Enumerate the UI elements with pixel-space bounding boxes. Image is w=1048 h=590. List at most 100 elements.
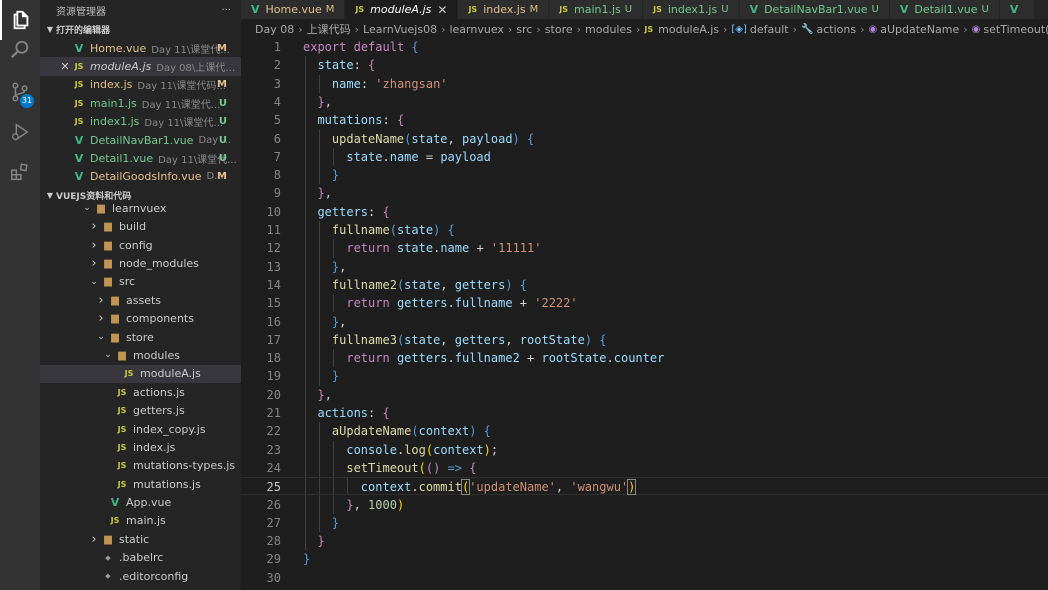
code-line[interactable]: 27 } <box>241 514 1048 532</box>
breadcrumb-item[interactable]: actions <box>816 23 856 36</box>
editor-tab[interactable]: V <box>999 0 1036 19</box>
code-line[interactable]: 21 actions: { <box>241 404 1048 422</box>
line-number: 3 <box>273 76 281 91</box>
breadcrumb-item[interactable]: LearnVuejs08 <box>363 23 437 36</box>
folder-icon: ▆ <box>111 294 119 306</box>
code-line[interactable]: 30 <box>241 569 1048 587</box>
breadcrumb-item[interactable]: learnvuex <box>449 23 503 36</box>
file-item[interactable]: JS getters.js <box>40 401 241 419</box>
code-line[interactable]: 17 fullname3(state, getters, rootState) … <box>241 331 1048 349</box>
open-editor-item[interactable]: JS index1.js Day 11\课堂代... U <box>40 113 241 131</box>
search-icon[interactable] <box>0 30 40 70</box>
code-line[interactable]: 7 state.name = payload <box>241 148 1048 166</box>
file-item[interactable]: ◆ .babelrc <box>40 549 241 567</box>
breadcrumb-item[interactable]: moduleA.js <box>658 23 719 36</box>
code-line[interactable]: 8 } <box>241 166 1048 184</box>
breadcrumb-item[interactable]: Day 08 <box>255 23 294 36</box>
file-item[interactable]: ◆ .editorconfig <box>40 567 241 585</box>
editor-tab[interactable]: JS main1.js U <box>549 0 644 19</box>
code-line[interactable]: 12 return state.name + '11111' <box>241 239 1048 257</box>
code-line[interactable]: 28 } <box>241 532 1048 550</box>
close-tab-icon[interactable]: ✕ <box>437 3 447 17</box>
code-line[interactable]: 26 }, 1000) <box>241 496 1048 514</box>
config-file-icon: ◆ <box>105 553 111 562</box>
code-line[interactable]: 6 updateName(state, payload) { <box>241 130 1048 148</box>
file-name: DetailGoodsInfo.vue <box>90 170 202 184</box>
source-control-icon[interactable]: 31 <box>0 72 40 112</box>
run-debug-icon[interactable] <box>0 112 40 152</box>
open-editor-item[interactable]: ✕JS moduleA.js Day 08\上课代码\L... <box>40 57 241 76</box>
file-item[interactable]: JS moduleA.js <box>40 364 241 384</box>
code-line[interactable]: 24 setTimeout(() => { <box>241 459 1048 477</box>
open-editor-item[interactable]: JS index.js Day 11\课堂代码... M <box>40 76 241 94</box>
close-icon[interactable]: ✕ <box>58 60 72 73</box>
code-line[interactable]: 14 fullname2(state, getters) { <box>241 276 1048 294</box>
breadcrumb-item[interactable]: setTimeout() callback <box>983 23 1048 36</box>
file-item[interactable]: JS index.js <box>40 438 241 456</box>
code-line[interactable]: 1 export default { <box>241 38 1048 56</box>
folder-item[interactable]: ⌄ ▆ modules <box>40 346 241 364</box>
folder-item[interactable]: ⌄ ▆ src <box>40 273 241 291</box>
line-content: } <box>303 550 310 568</box>
open-editor-item[interactable]: V Home.vue Day 11\课堂代... M <box>40 39 241 57</box>
code-line[interactable]: 9 }, <box>241 184 1048 202</box>
file-item[interactable]: JS index_copy.js <box>40 420 241 438</box>
file-item[interactable]: JS actions.js <box>40 383 241 401</box>
open-editor-item[interactable]: V DetailGoodsInfo.vue D... M <box>40 168 241 186</box>
open-editors-section[interactable]: ▼ 打开的编辑器 <box>40 20 241 39</box>
code-line[interactable]: 2 state: { <box>241 56 1048 74</box>
breadcrumb-separator: › <box>441 22 446 36</box>
breadcrumb-item[interactable]: store <box>545 23 573 36</box>
code-line[interactable]: 16 }, <box>241 313 1048 331</box>
code-token: } <box>317 387 325 402</box>
folder-item[interactable]: › ▆ config <box>40 236 241 254</box>
code-token: context <box>360 480 412 495</box>
chevron-right-icon: › <box>91 237 97 253</box>
folder-item[interactable]: ⌄ ▆ store <box>40 328 241 346</box>
editor-tab[interactable]: V Detail1.vue U <box>889 0 1000 19</box>
breadcrumb-item[interactable]: modules <box>585 23 632 36</box>
editor-tab[interactable]: JS index1.js U <box>643 0 740 19</box>
code-line[interactable]: 15 return getters.fullname + '2222' <box>241 294 1048 312</box>
code-line[interactable]: 11 fullname(state) { <box>241 221 1048 239</box>
open-editor-item[interactable]: V DetailNavBar1.vue Day ... U <box>40 131 241 149</box>
code-line[interactable]: 22 aUpdateName(context) { <box>241 422 1048 440</box>
code-line[interactable]: 3 name: 'zhangsan' <box>241 75 1048 93</box>
code-line[interactable]: 23 console.log(context); <box>241 441 1048 459</box>
code-line[interactable]: 18 return getters.fullname2 + rootState.… <box>241 349 1048 367</box>
editor-tab[interactable]: V Home.vue M <box>241 0 346 19</box>
code-line[interactable]: 25 context.commit('updateName', 'wangwu'… <box>241 477 1048 496</box>
open-editor-item[interactable]: JS main1.js Day 11\课堂代... U <box>40 94 241 112</box>
folder-item[interactable]: ⌄ ▆ learnvuex <box>40 199 241 217</box>
code-line[interactable]: 10 getters: { <box>241 203 1048 221</box>
folder-item[interactable]: › ▆ components <box>40 309 241 327</box>
file-item[interactable]: JS mutations.js <box>40 475 241 493</box>
more-actions-button[interactable]: ··· <box>221 5 231 16</box>
open-editor-item[interactable]: V Detail1.vue Day 11\课堂代... U <box>40 149 241 167</box>
folder-item[interactable]: › ▆ node_modules <box>40 254 241 272</box>
folder-item[interactable]: › ▆ assets <box>40 291 241 309</box>
file-item[interactable]: V App.vue <box>40 493 241 511</box>
editor-tab[interactable]: JS moduleA.js ✕ <box>345 0 459 19</box>
extensions-icon[interactable] <box>0 152 40 192</box>
code-line[interactable]: 13 }, <box>241 258 1048 276</box>
breadcrumb-item[interactable]: aUpdateName <box>880 23 959 36</box>
file-item[interactable]: JS mutations-types.js <box>40 457 241 475</box>
folder-item[interactable]: › ▆ static <box>40 530 241 548</box>
code-line[interactable]: 20 }, <box>241 386 1048 404</box>
code-line[interactable]: 19 } <box>241 367 1048 385</box>
editor-tab[interactable]: V DetailNavBar1.vue U <box>739 0 890 19</box>
folder-item[interactable]: › ▆ build <box>40 218 241 236</box>
code-token: return <box>346 296 390 311</box>
breadcrumb-item[interactable]: 上课代码 <box>307 21 351 37</box>
editor-tab[interactable]: JS index.js M <box>458 0 550 19</box>
code-editor[interactable]: 1 export default {2 state: {3 name: 'zhan… <box>241 38 1048 590</box>
code-token: : <box>382 113 397 128</box>
breadcrumb-item[interactable]: src <box>516 23 532 36</box>
file-item[interactable]: JS main.js <box>40 512 241 530</box>
code-line[interactable]: 4 }, <box>241 93 1048 111</box>
code-line[interactable]: 5 mutations: { <box>241 111 1048 129</box>
breadcrumb-item[interactable]: default <box>750 23 789 36</box>
code-line[interactable]: 29} <box>241 550 1048 568</box>
